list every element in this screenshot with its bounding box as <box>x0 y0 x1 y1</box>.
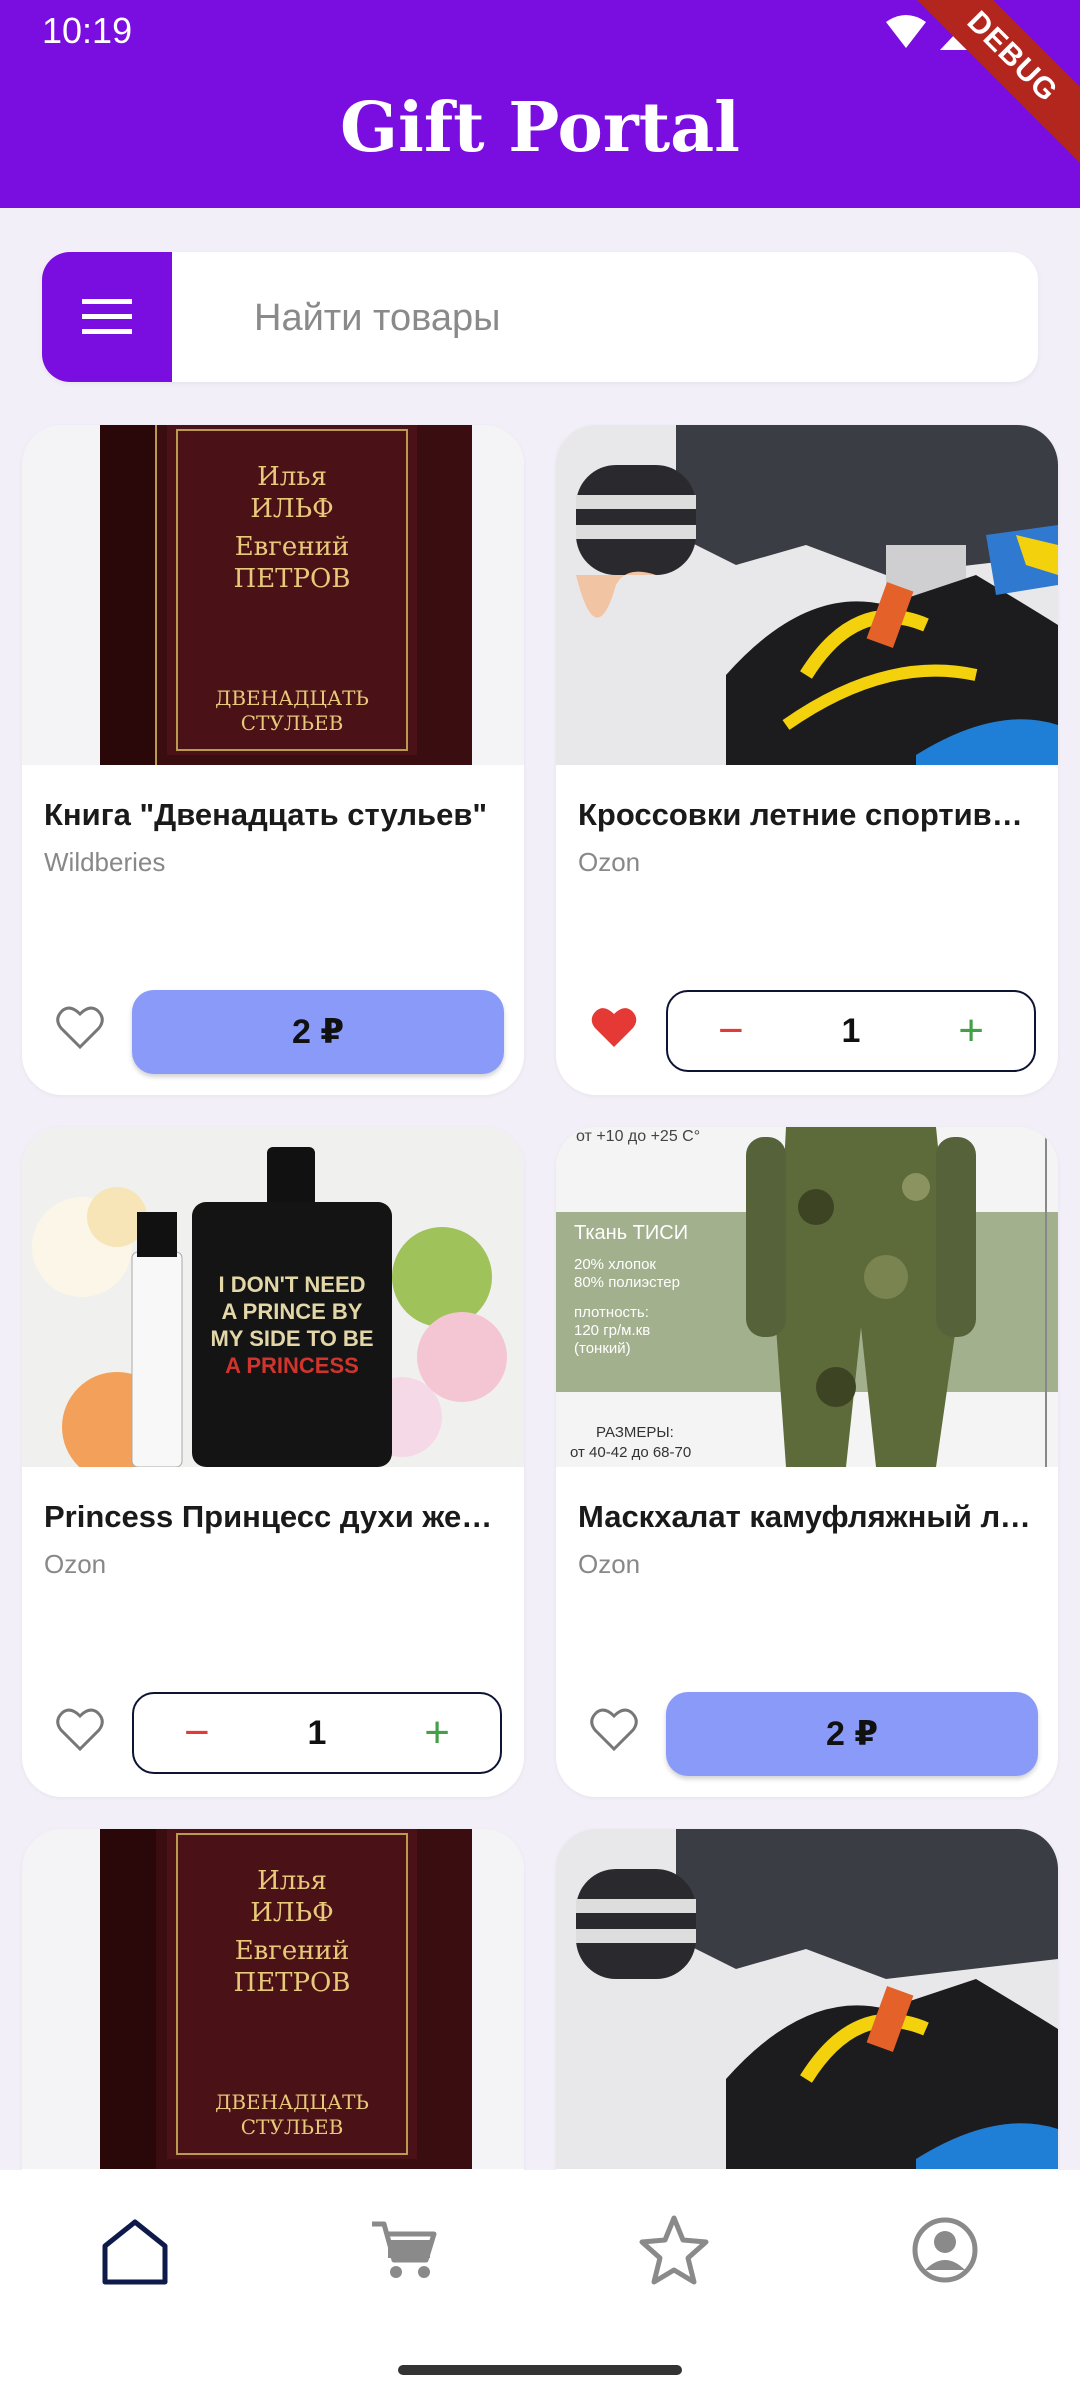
product-title: Книга "Двенадцать стульев" <box>44 797 488 832</box>
svg-text:20% хлопок: 20% хлопок <box>574 1256 656 1273</box>
svg-text:СТУЛЬЕВ: СТУЛЬЕВ <box>241 2115 344 2139</box>
wifi-icon <box>886 15 926 48</box>
svg-text:плотность:: плотность: <box>574 1304 649 1321</box>
product-image <box>556 1829 1058 2169</box>
svg-text:ДВЕНАДЦАТЬ: ДВЕНАДЦАТЬ <box>215 686 369 710</box>
svg-text:ИЛЬФ: ИЛЬФ <box>250 494 333 524</box>
price-button[interactable]: 2 ₽ <box>132 990 504 1074</box>
product-image: Илья ИЛЬФ Евгений ПЕТРОВ ДВЕНАДЦАТЬ СТУЛ… <box>22 1829 524 2169</box>
app-title: Gift Portal <box>339 88 741 168</box>
svg-text:Евгений: Евгений <box>235 532 350 562</box>
svg-text:ДВЕНАДЦАТЬ: ДВЕНАДЦАТЬ <box>215 2090 369 2114</box>
svg-text:Ткань ТИСИ: Ткань ТИСИ <box>574 1222 688 1244</box>
product-card[interactable]: I DON'T NEED A PRINCE BY MY SIDE TO BE A… <box>22 1127 524 1797</box>
plus-icon[interactable]: + <box>958 1006 984 1056</box>
app-bar: 10:19 Gift Portal DEBUG <box>0 0 1080 208</box>
svg-text:120 гр/м.кв: 120 гр/м.кв <box>574 1322 650 1339</box>
svg-text:Евгений: Евгений <box>235 1936 350 1966</box>
svg-text:ПЕТРОВ: ПЕТРОВ <box>234 1968 351 1998</box>
search-bar <box>42 252 1038 382</box>
star-icon[interactable] <box>634 2210 714 2290</box>
svg-text:(тонкий): (тонкий) <box>574 1340 631 1357</box>
product-image: от +10 до +25 С° Ткань ТИСИ 20% хлопок 8… <box>556 1127 1058 1467</box>
product-image: Илья ИЛЬФ Евгений ПЕТРОВ ДВЕНАДЦАТЬ СТУЛ… <box>22 425 524 765</box>
status-time: 10:19 <box>42 10 133 51</box>
product-store: Wildberies <box>44 847 166 877</box>
svg-text:РАЗМЕРЫ:: РАЗМЕРЫ: <box>596 1424 674 1441</box>
svg-text:от +10 до +25 С°: от +10 до +25 С° <box>576 1128 700 1145</box>
menu-icon <box>82 299 132 334</box>
product-store: Ozon <box>578 847 641 877</box>
svg-text:Илья: Илья <box>257 462 327 492</box>
price-button[interactable]: 2 ₽ <box>666 1692 1038 1776</box>
heart-outline-icon[interactable] <box>590 1707 638 1751</box>
svg-text:ПЕТРОВ: ПЕТРОВ <box>234 564 351 594</box>
svg-text:СТУЛЬЕВ: СТУЛЬЕВ <box>241 711 344 735</box>
svg-text:I DON'T NEED: I DON'T NEED <box>218 1272 365 1297</box>
product-store: Ozon <box>44 1549 107 1579</box>
quantity-value: 1 <box>307 1713 327 1752</box>
profile-icon[interactable] <box>905 2210 985 2290</box>
product-card[interactable]: Кроссовки летние спортивные Ozon − 1 + <box>556 425 1058 1095</box>
svg-text:A PRINCESS: A PRINCESS <box>225 1353 359 1378</box>
minus-icon[interactable]: − <box>184 1708 210 1758</box>
heart-filled-icon[interactable] <box>590 1005 638 1049</box>
search-input[interactable] <box>172 252 1038 382</box>
minus-icon[interactable]: − <box>718 1006 744 1056</box>
plus-icon[interactable]: + <box>424 1708 450 1758</box>
product-image: I DON'T NEED A PRINCE BY MY SIDE TO BE A… <box>22 1127 524 1467</box>
menu-button[interactable] <box>42 252 172 382</box>
product-card[interactable]: от +10 до +25 С° Ткань ТИСИ 20% хлопок 8… <box>556 1127 1058 1797</box>
heart-outline-icon[interactable] <box>56 1707 104 1751</box>
quantity-stepper: − 1 + <box>132 1692 502 1774</box>
svg-text:80% полиэстер: 80% полиэстер <box>574 1274 680 1291</box>
heart-outline-icon[interactable] <box>56 1005 104 1049</box>
svg-text:Илья: Илья <box>257 1866 327 1896</box>
svg-text:MY SIDE TO BE: MY SIDE TO BE <box>210 1326 373 1351</box>
cart-icon[interactable] <box>364 2210 444 2290</box>
svg-text:ИЛЬФ: ИЛЬФ <box>250 1898 333 1928</box>
product-title: Princess Принцесс духи женские <box>44 1499 504 1534</box>
svg-text:от 40-42 до 68-70: от 40-42 до 68-70 <box>570 1444 691 1461</box>
quantity-stepper: − 1 + <box>666 990 1036 1072</box>
product-title: Кроссовки летние спортивные <box>578 797 1038 832</box>
product-card[interactable] <box>556 1829 1058 2170</box>
product-card[interactable]: Илья ИЛЬФ Евгений ПЕТРОВ ДВЕНАДЦАТЬ СТУЛ… <box>22 1829 524 2170</box>
product-card[interactable]: Илья ИЛЬФ Евгений ПЕТРОВ ДВЕНАДЦАТЬ СТУЛ… <box>22 425 524 1095</box>
gesture-bar[interactable] <box>398 2365 682 2375</box>
product-image <box>556 425 1058 765</box>
product-title: Маскхалат камуфляжный летний <box>578 1499 1038 1534</box>
home-icon[interactable] <box>95 2210 175 2290</box>
svg-text:A PRINCE BY: A PRINCE BY <box>222 1299 363 1324</box>
quantity-value: 1 <box>841 1011 861 1050</box>
product-store: Ozon <box>578 1549 641 1579</box>
